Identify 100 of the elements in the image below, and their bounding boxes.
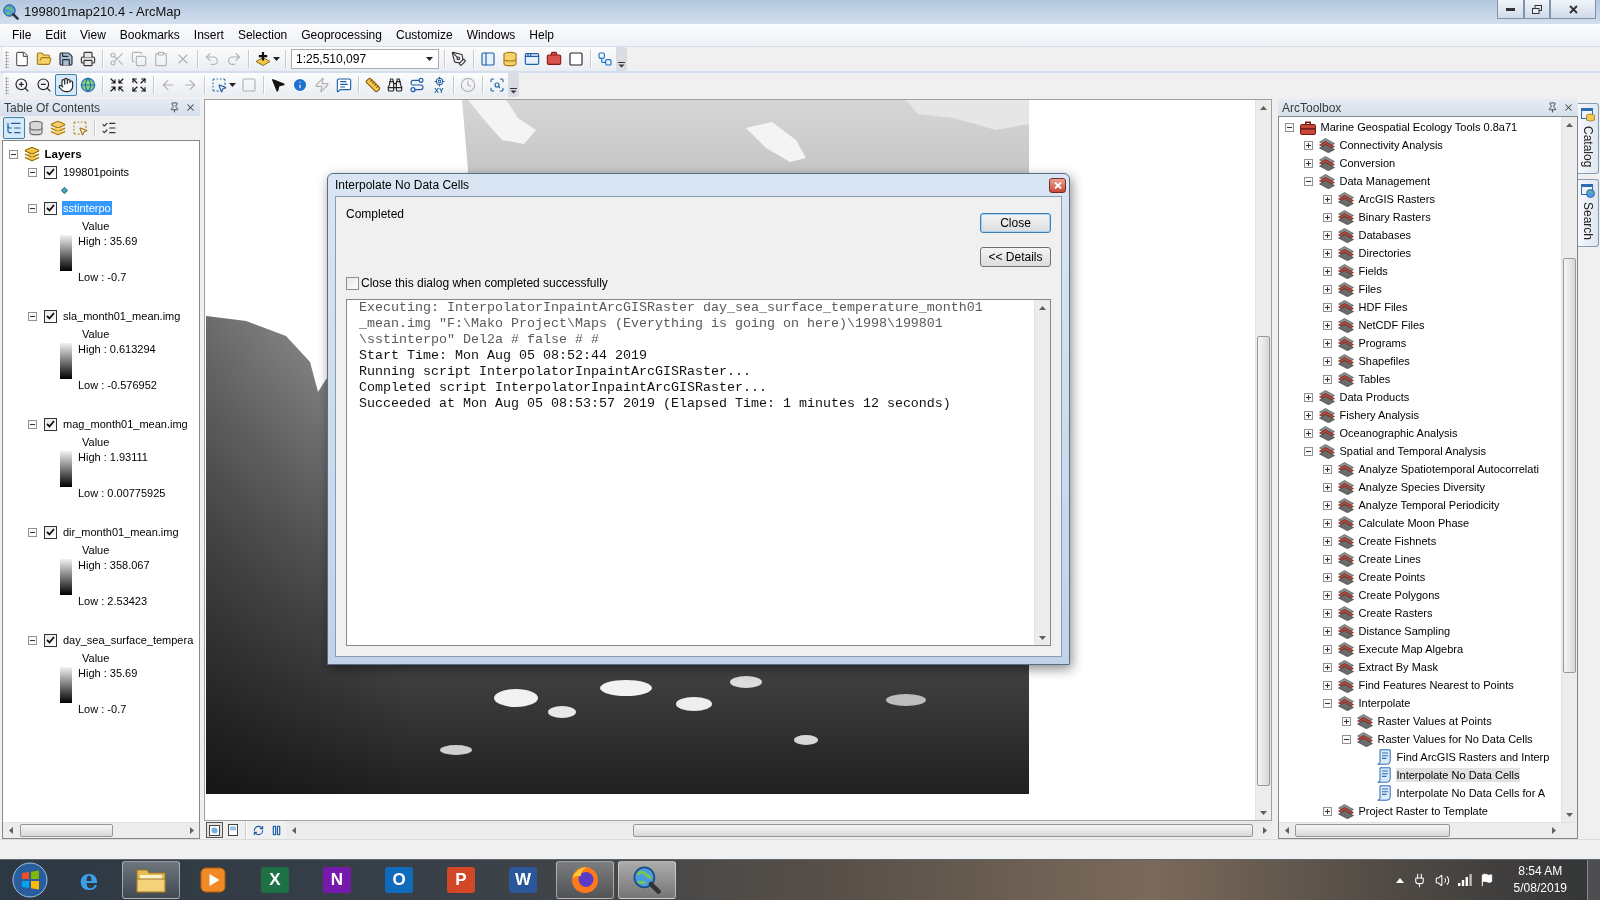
- scrollbar-thumb[interactable]: [1563, 258, 1576, 673]
- toolset-label[interactable]: Connectivity Analysis: [1338, 138, 1444, 152]
- scroll-left-arrow-icon[interactable]: [8, 827, 13, 834]
- toolset-label[interactable]: Fields: [1357, 264, 1389, 278]
- scroll-right-arrow-icon[interactable]: [1262, 827, 1267, 834]
- toolset-label[interactable]: Find Features Nearest to Points: [1357, 678, 1515, 692]
- toolset-label[interactable]: Calculate Moon Phase: [1357, 516, 1471, 530]
- minus-box-icon[interactable]: [1284, 122, 1294, 132]
- plus-box-icon[interactable]: [1322, 212, 1332, 222]
- taskbar-button[interactable]: [122, 861, 180, 899]
- scale-combo[interactable]: 1:25,510,097: [291, 49, 439, 69]
- minimize-button[interactable]: [1497, 0, 1524, 19]
- toolset-label[interactable]: Create Fishnets: [1357, 534, 1438, 548]
- toolset-label[interactable]: Extract By Mask: [1357, 660, 1439, 674]
- plus-box-icon[interactable]: [1341, 716, 1351, 726]
- minus-box-icon[interactable]: [27, 419, 37, 429]
- plus-box-icon[interactable]: [1322, 338, 1332, 348]
- menu-item[interactable]: Bookmarks: [112, 25, 187, 45]
- taskbar-button[interactable]: W: [494, 861, 552, 899]
- toolset-label[interactable]: Raster Values at Points: [1376, 714, 1493, 728]
- toolset-label[interactable]: Conversion: [1338, 156, 1397, 170]
- toolset-label[interactable]: Analyze Temporal Periodicity: [1357, 498, 1501, 512]
- layer-checkbox[interactable]: [44, 525, 57, 539]
- menu-item[interactable]: Edit: [38, 25, 74, 45]
- plus-box-icon[interactable]: [1303, 392, 1313, 402]
- taskbar-button[interactable]: [618, 861, 676, 899]
- plus-box-icon[interactable]: [1322, 284, 1332, 294]
- minus-box-icon[interactable]: [27, 527, 37, 537]
- tray-button[interactable]: [1479, 873, 1494, 887]
- minus-box-icon[interactable]: [1303, 176, 1313, 186]
- toolset-label[interactable]: Create Rasters: [1357, 606, 1434, 620]
- side-tab[interactable]: Catalog: [1578, 103, 1599, 175]
- layer-name[interactable]: mag_month01_mean.img: [62, 417, 189, 431]
- taskbar-button[interactable]: N: [308, 861, 366, 899]
- plus-box-icon[interactable]: [1322, 500, 1332, 510]
- toolbar-overflow-button[interactable]: [616, 47, 627, 71]
- layer-checkbox[interactable]: [44, 633, 57, 647]
- data-frame-label[interactable]: Layers: [44, 148, 82, 160]
- scroll-up-arrow-icon[interactable]: [1039, 305, 1046, 310]
- toolset-label[interactable]: Interpolate: [1357, 696, 1412, 710]
- dialog-button[interactable]: Close: [980, 213, 1051, 233]
- plus-box-icon[interactable]: [1322, 518, 1332, 528]
- vertical-scrollbar[interactable]: [1034, 300, 1050, 645]
- horizontal-scrollbar[interactable]: [3, 822, 199, 838]
- toolset-label[interactable]: Programs: [1357, 336, 1408, 350]
- plus-box-icon[interactable]: [1322, 464, 1332, 474]
- minus-box-icon[interactable]: [27, 167, 37, 177]
- menu-item[interactable]: Help: [522, 25, 562, 45]
- scroll-up-arrow-icon[interactable]: [1566, 122, 1573, 127]
- grip-handle[interactable]: [5, 76, 9, 94]
- show-desktop-button[interactable]: [1587, 860, 1600, 900]
- plus-box-icon[interactable]: [1303, 428, 1313, 438]
- plus-box-icon[interactable]: [1322, 626, 1332, 636]
- plus-box-icon[interactable]: [1322, 572, 1332, 582]
- data-view-button[interactable]: [206, 822, 223, 838]
- toolset-label[interactable]: Oceanographic Analysis: [1338, 426, 1459, 440]
- vertical-scrollbar[interactable]: [1561, 117, 1577, 822]
- layer-name[interactable]: dir_month01_mean.img: [62, 525, 180, 539]
- dialog-button[interactable]: << Details: [980, 247, 1051, 267]
- plus-box-icon[interactable]: [1322, 356, 1332, 366]
- horizontal-scrollbar[interactable]: [286, 822, 1272, 838]
- auto-close-checkbox[interactable]: [346, 276, 359, 290]
- dialog-close-button[interactable]: [1049, 177, 1066, 193]
- restore-button[interactable]: [1524, 0, 1550, 19]
- minus-box-icon[interactable]: [1322, 698, 1332, 708]
- minus-box-icon[interactable]: [27, 311, 37, 321]
- taskbar-button[interactable]: O: [370, 861, 428, 899]
- toolbar-overflow-button[interactable]: [508, 73, 519, 97]
- toolset-label[interactable]: Data Management: [1338, 174, 1431, 188]
- plus-box-icon[interactable]: [1303, 140, 1313, 150]
- scrollbar-thumb[interactable]: [1295, 824, 1450, 837]
- tool-label[interactable]: Interpolate No Data Cells: [1395, 768, 1521, 782]
- horizontal-scrollbar[interactable]: [1279, 822, 1577, 838]
- toolset-label[interactable]: Create Lines: [1357, 552, 1422, 566]
- toolset-label[interactable]: ArcGIS Rasters: [1357, 192, 1436, 206]
- plus-box-icon[interactable]: [1322, 554, 1332, 564]
- scrollbar-thumb[interactable]: [1257, 336, 1270, 787]
- plus-box-icon[interactable]: [1303, 410, 1313, 420]
- taskbar-button[interactable]: X: [246, 861, 304, 899]
- toolset-label[interactable]: Analyze Species Diversity: [1357, 480, 1487, 494]
- minus-box-icon[interactable]: [27, 203, 37, 213]
- scroll-down-arrow-icon[interactable]: [1566, 812, 1573, 817]
- menu-item[interactable]: Windows: [459, 25, 523, 45]
- plus-box-icon[interactable]: [1322, 608, 1332, 618]
- toolbox-label[interactable]: Marine Geospatial Ecology Tools 0.8a71: [1319, 120, 1519, 134]
- close-button[interactable]: [1550, 0, 1596, 19]
- menu-item[interactable]: View: [73, 25, 113, 45]
- layer-checkbox[interactable]: [44, 201, 57, 215]
- toolset-label[interactable]: Create Polygons: [1357, 588, 1441, 602]
- scroll-left-arrow-icon[interactable]: [1284, 827, 1289, 834]
- toolset-label[interactable]: Binary Rasters: [1357, 210, 1432, 224]
- menu-item[interactable]: Customize: [388, 25, 460, 45]
- toolset-label[interactable]: Shapefiles: [1357, 354, 1411, 368]
- plus-box-icon[interactable]: [1322, 590, 1332, 600]
- tool-label[interactable]: Interpolate No Data Cells for A: [1395, 786, 1547, 800]
- show-hidden-icons-button[interactable]: [1395, 877, 1404, 883]
- plus-box-icon[interactable]: [1322, 248, 1332, 258]
- menu-item[interactable]: Selection: [230, 25, 295, 45]
- clock-button[interactable]: 8:54 AM 5/08/2019: [1507, 863, 1573, 897]
- layer-name[interactable]: 199801points: [62, 165, 131, 179]
